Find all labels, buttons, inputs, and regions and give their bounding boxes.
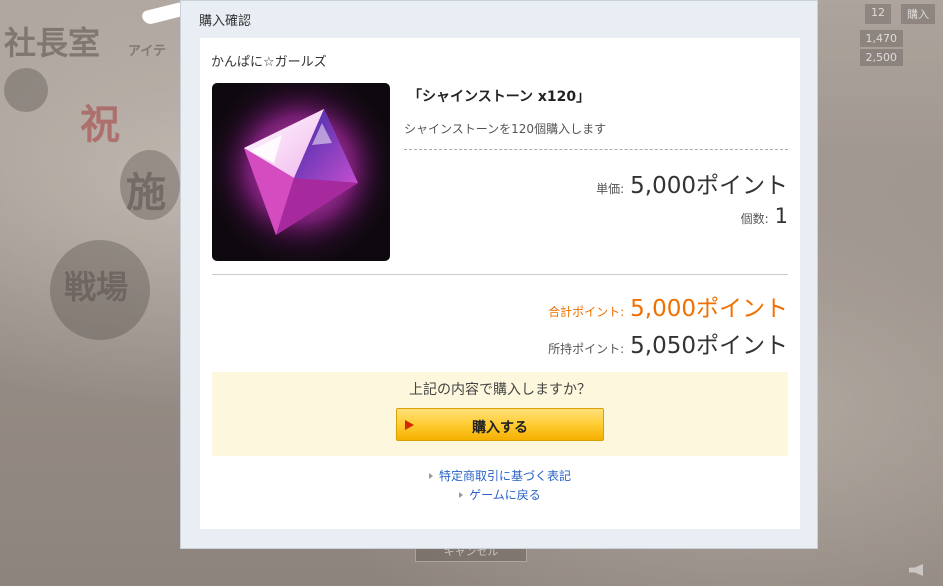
- shine-stone-icon: [212, 83, 390, 261]
- quantity-row: 個数: 1: [741, 204, 788, 228]
- owned-points-value: 5,050ポイント: [630, 333, 788, 359]
- unit-price-value: 5,000ポイント: [630, 173, 788, 199]
- purchase-panel: かんぱに☆ガールズ 「シャインストーン x120」 シャインストーンを120個購…: [200, 38, 800, 529]
- owned-points-label: 所持ポイント:: [548, 342, 625, 356]
- confirm-box: 上記の内容で購入しますか？ 購入する: [212, 372, 788, 456]
- dialog-title: 購入確認: [199, 14, 252, 29]
- total-points-label: 合計ポイント:: [548, 305, 625, 319]
- triangle-right-icon: [428, 473, 433, 479]
- quantity-value: 1: [774, 204, 788, 228]
- total-points-value: 5,000ポイント: [630, 296, 788, 322]
- link-back-to-game[interactable]: ゲームに戻る: [200, 486, 800, 505]
- divider: [212, 274, 788, 275]
- unit-price-row: 単価: 5,000ポイント: [596, 166, 788, 200]
- owned-points-row: 所持ポイント: 5,050ポイント: [548, 326, 788, 360]
- link-commercial-transactions[interactable]: 特定商取引に基づく表記: [200, 467, 800, 486]
- footer-links: 特定商取引に基づく表記 ゲームに戻る: [200, 467, 800, 505]
- game-name: かんぱに☆ガールズ: [211, 55, 327, 70]
- purchase-button-label: 購入する: [472, 420, 528, 436]
- quantity-label: 個数:: [740, 212, 769, 226]
- item-title: 「シャインストーン x120」: [408, 89, 591, 105]
- total-points-row: 合計ポイント: 5,000ポイント: [548, 289, 788, 323]
- purchase-button[interactable]: 購入する: [396, 408, 604, 441]
- dashed-divider: [404, 149, 788, 150]
- gem-graphic: [212, 83, 390, 261]
- confirm-question: 上記の内容で購入しますか？: [409, 382, 591, 398]
- purchase-dialog: 購入確認 かんぱに☆ガールズ 「シャインストーン x120」 シャインストーンを…: [180, 0, 818, 549]
- triangle-right-icon: [459, 492, 464, 498]
- link-back-to-game-label: ゲームに戻る: [469, 488, 541, 502]
- link-commercial-transactions-label: 特定商取引に基づく表記: [438, 469, 571, 483]
- unit-price-label: 単価:: [596, 182, 625, 196]
- item-description: シャインストーンを120個購入します: [404, 122, 607, 136]
